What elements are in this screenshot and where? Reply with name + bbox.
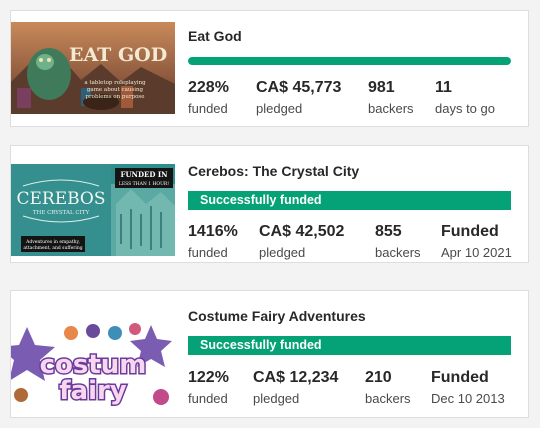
stat-value: 981	[368, 79, 395, 96]
project-card-eat-god[interactable]: EAT GOD a tabletop roleplaying game abou…	[10, 10, 529, 127]
stat-value: CA$ 42,502	[259, 223, 345, 240]
stat-days-to-go: 11 days to go	[435, 78, 495, 117]
project-thumbnail[interactable]: EAT GOD a tabletop roleplaying game abou…	[11, 22, 175, 114]
stat-value: 11	[435, 79, 452, 96]
stat-label: pledged	[256, 101, 303, 116]
funding-progress-fill	[188, 57, 511, 65]
stat-value: 210	[365, 369, 392, 386]
stat-label: pledged	[259, 245, 306, 260]
stat-funded-date: Funded Apr 10 2021	[441, 222, 512, 261]
stat-backers: 210 backers	[365, 368, 411, 407]
stat-label: Dec 10 2013	[431, 391, 505, 406]
stat-value: 122%	[188, 369, 229, 386]
stat-label: backers	[368, 101, 414, 116]
stat-value: 1416%	[188, 223, 238, 240]
funding-progress-bar	[188, 57, 511, 65]
status-badge: Successfully funded	[188, 191, 511, 210]
project-title[interactable]: Eat God	[188, 28, 242, 44]
stat-label: Apr 10 2021	[441, 245, 512, 260]
stat-label: funded	[188, 101, 228, 116]
stat-pledged: CA$ 45,773 pledged	[256, 78, 341, 117]
stat-label: funded	[188, 391, 228, 406]
stat-value: 228%	[188, 79, 229, 96]
stat-label: backers	[375, 245, 421, 260]
stat-label: funded	[188, 245, 228, 260]
stat-pledged: CA$ 42,502 pledged	[259, 222, 344, 261]
project-thumbnail[interactable]: FUNDED IN LESS THAN 1 HOUR! CEREBOS THE …	[11, 164, 175, 256]
stat-funded: 228% funded	[188, 78, 229, 117]
svg-text:FUNDED IN: FUNDED IN	[120, 170, 168, 179]
project-title[interactable]: Cerebos: The Crystal City	[188, 163, 359, 179]
stat-label: pledged	[253, 391, 300, 406]
stat-backers: 855 backers	[375, 222, 421, 261]
stat-value: CA$ 45,773	[256, 79, 342, 96]
svg-text:game about causing: game about causing	[87, 87, 144, 93]
project-card-costume-fairy[interactable]: costum fairy Costume Fairy Adventures Su…	[10, 290, 529, 418]
stat-pledged: CA$ 12,234 pledged	[253, 368, 338, 407]
thumbnail-title-text: CEREBOS	[16, 189, 105, 209]
stat-funded-date: Funded Dec 10 2013	[431, 368, 505, 407]
svg-text:Adventures in empathy,: Adventures in empathy,	[25, 239, 80, 245]
stat-label: days to go	[435, 101, 495, 116]
svg-text:attachment, and suffering: attachment, and suffering	[23, 245, 82, 251]
stat-funded: 122% funded	[188, 368, 229, 407]
stat-funded: 1416% funded	[188, 222, 238, 261]
thumbnail-title-text: EAT GOD	[69, 44, 167, 66]
svg-text:LESS THAN 1 HOUR!: LESS THAN 1 HOUR!	[119, 181, 169, 187]
project-card-cerebos[interactable]: FUNDED IN LESS THAN 1 HOUR! CEREBOS THE …	[10, 145, 529, 263]
svg-text:fairy: fairy	[59, 376, 127, 406]
stat-value: Funded	[431, 369, 489, 386]
svg-text:problems on purpose: problems on purpose	[86, 94, 145, 100]
stat-value: Funded	[441, 223, 499, 240]
svg-text:a tabletop roleplaying: a tabletop roleplaying	[84, 80, 146, 86]
stat-backers: 981 backers	[368, 78, 414, 117]
svg-text:THE CRYSTAL CITY: THE CRYSTAL CITY	[33, 210, 90, 216]
stat-value: 855	[375, 223, 402, 240]
status-badge: Successfully funded	[188, 336, 511, 355]
project-thumbnail[interactable]: costum fairy	[11, 319, 175, 411]
stat-label: backers	[365, 391, 411, 406]
project-title[interactable]: Costume Fairy Adventures	[188, 308, 366, 324]
stat-value: CA$ 12,234	[253, 369, 339, 386]
